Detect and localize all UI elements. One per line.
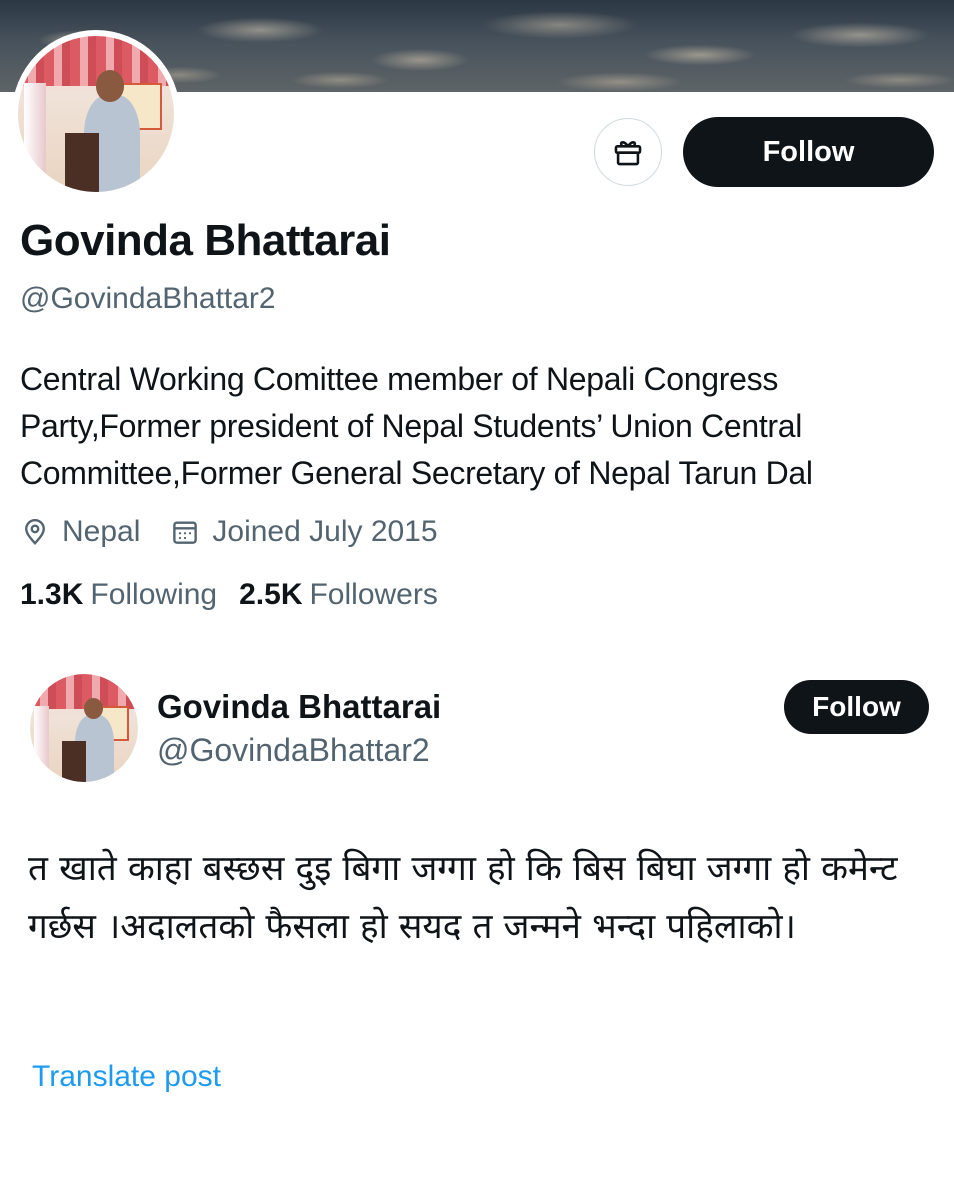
followers-label: Followers: [309, 578, 438, 611]
post-author-handle[interactable]: @GovindaBhattar2: [157, 732, 430, 769]
location-pin-icon: [25, 518, 45, 546]
post-text: त खाते काहा बस्छस दुइ बिगा जग्गा हो कि ब…: [28, 849, 898, 947]
location-item: Nepal: [20, 515, 140, 549]
gift-button[interactable]: [594, 118, 662, 186]
profile-handle: @GovindaBhattar2: [20, 282, 276, 315]
location-text: Nepal: [62, 515, 141, 548]
post-author-name[interactable]: Govinda Bhattarai: [157, 688, 441, 726]
translate-post-link[interactable]: Translate post: [32, 1060, 221, 1094]
profile-avatar[interactable]: [12, 30, 180, 198]
calendar-icon: [173, 521, 198, 544]
following-link[interactable]: 1.3K Following: [20, 578, 217, 612]
joined-text: Joined July 2015: [212, 515, 438, 548]
following-label: Following: [90, 578, 218, 611]
profile-stats: 1.3K Following 2.5K Followers: [20, 578, 438, 612]
profile-bio: Central Working Comittee member of Nepal…: [20, 361, 813, 491]
following-count: 1.3K: [20, 578, 84, 611]
post-follow-button[interactable]: Follow: [784, 680, 929, 734]
gift-icon: [614, 141, 642, 166]
followers-count: 2.5K: [239, 578, 303, 611]
joined-item: Joined July 2015: [170, 515, 438, 549]
profile-meta: Nepal Joined July 2015: [20, 512, 468, 552]
followers-link[interactable]: 2.5K Followers: [239, 578, 438, 612]
post-author-avatar[interactable]: [30, 674, 138, 782]
follow-button[interactable]: Follow: [683, 117, 934, 187]
profile-name: Govinda Bhattarai: [20, 216, 391, 265]
